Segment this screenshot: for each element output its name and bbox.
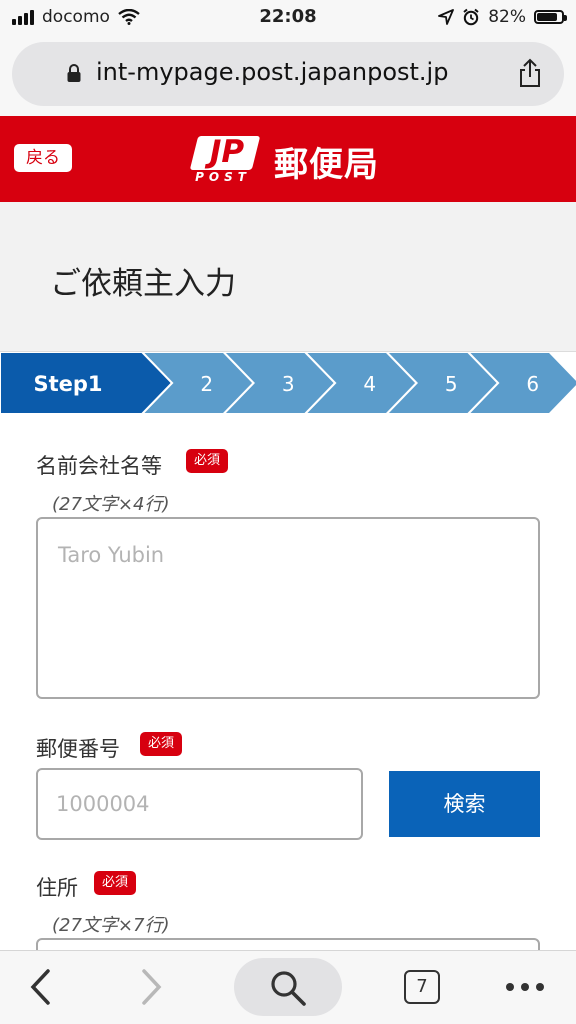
address-label: 住所 bbox=[36, 876, 78, 900]
back-arrow-icon[interactable] bbox=[28, 968, 52, 1006]
step-label: 5 bbox=[445, 372, 458, 396]
battery-percent: 82% bbox=[488, 7, 526, 27]
back-button[interactable]: 戻る bbox=[14, 144, 72, 172]
logo-jp-text: JP bbox=[209, 134, 245, 170]
name-label: 名前会社名等 bbox=[36, 454, 162, 478]
search-icon bbox=[271, 971, 306, 1006]
brand-name: 郵便局 bbox=[274, 145, 379, 185]
alarm-icon bbox=[463, 8, 479, 26]
step-indicator: Step1 2 3 4 5 6 bbox=[0, 352, 576, 414]
name-textarea[interactable]: Taro Yubin bbox=[36, 517, 540, 699]
step-label: Step1 bbox=[33, 372, 102, 396]
url-text: int-mypage.post.japanpost.jp bbox=[96, 58, 449, 86]
postal-code-input[interactable]: 1000004 bbox=[36, 768, 363, 840]
step-label: 2 bbox=[200, 372, 213, 396]
postal-placeholder: 1000004 bbox=[56, 792, 150, 816]
postal-required-badge: 必須 bbox=[140, 732, 183, 756]
share-icon[interactable] bbox=[517, 58, 543, 88]
name-required-badge: 必須 bbox=[186, 449, 229, 473]
step-label: 3 bbox=[282, 372, 295, 396]
name-placeholder: Taro Yubin bbox=[58, 543, 165, 567]
step-label: 4 bbox=[363, 372, 376, 396]
step-label: 6 bbox=[526, 372, 539, 396]
tab-count-button[interactable]: 7 bbox=[404, 970, 440, 1004]
more-icon[interactable] bbox=[505, 982, 545, 992]
name-hint: (27文字×4行) bbox=[52, 494, 170, 515]
address-search-button[interactable]: 検索 bbox=[389, 771, 540, 837]
forward-arrow-icon[interactable] bbox=[140, 968, 164, 1006]
logo-post-text: POST bbox=[195, 170, 251, 184]
status-right: 82% bbox=[438, 6, 567, 28]
address-required-badge: 必須 bbox=[94, 871, 137, 895]
page-title: ご依頼主入力 bbox=[50, 266, 236, 302]
lock-icon bbox=[67, 64, 81, 82]
battery-icon bbox=[534, 10, 567, 24]
address-hint: (27文字×7行) bbox=[52, 915, 170, 936]
japanpost-logo: JP POST bbox=[189, 134, 266, 186]
location-arrow-icon bbox=[438, 9, 455, 25]
postal-label: 郵便番号 bbox=[36, 737, 120, 761]
